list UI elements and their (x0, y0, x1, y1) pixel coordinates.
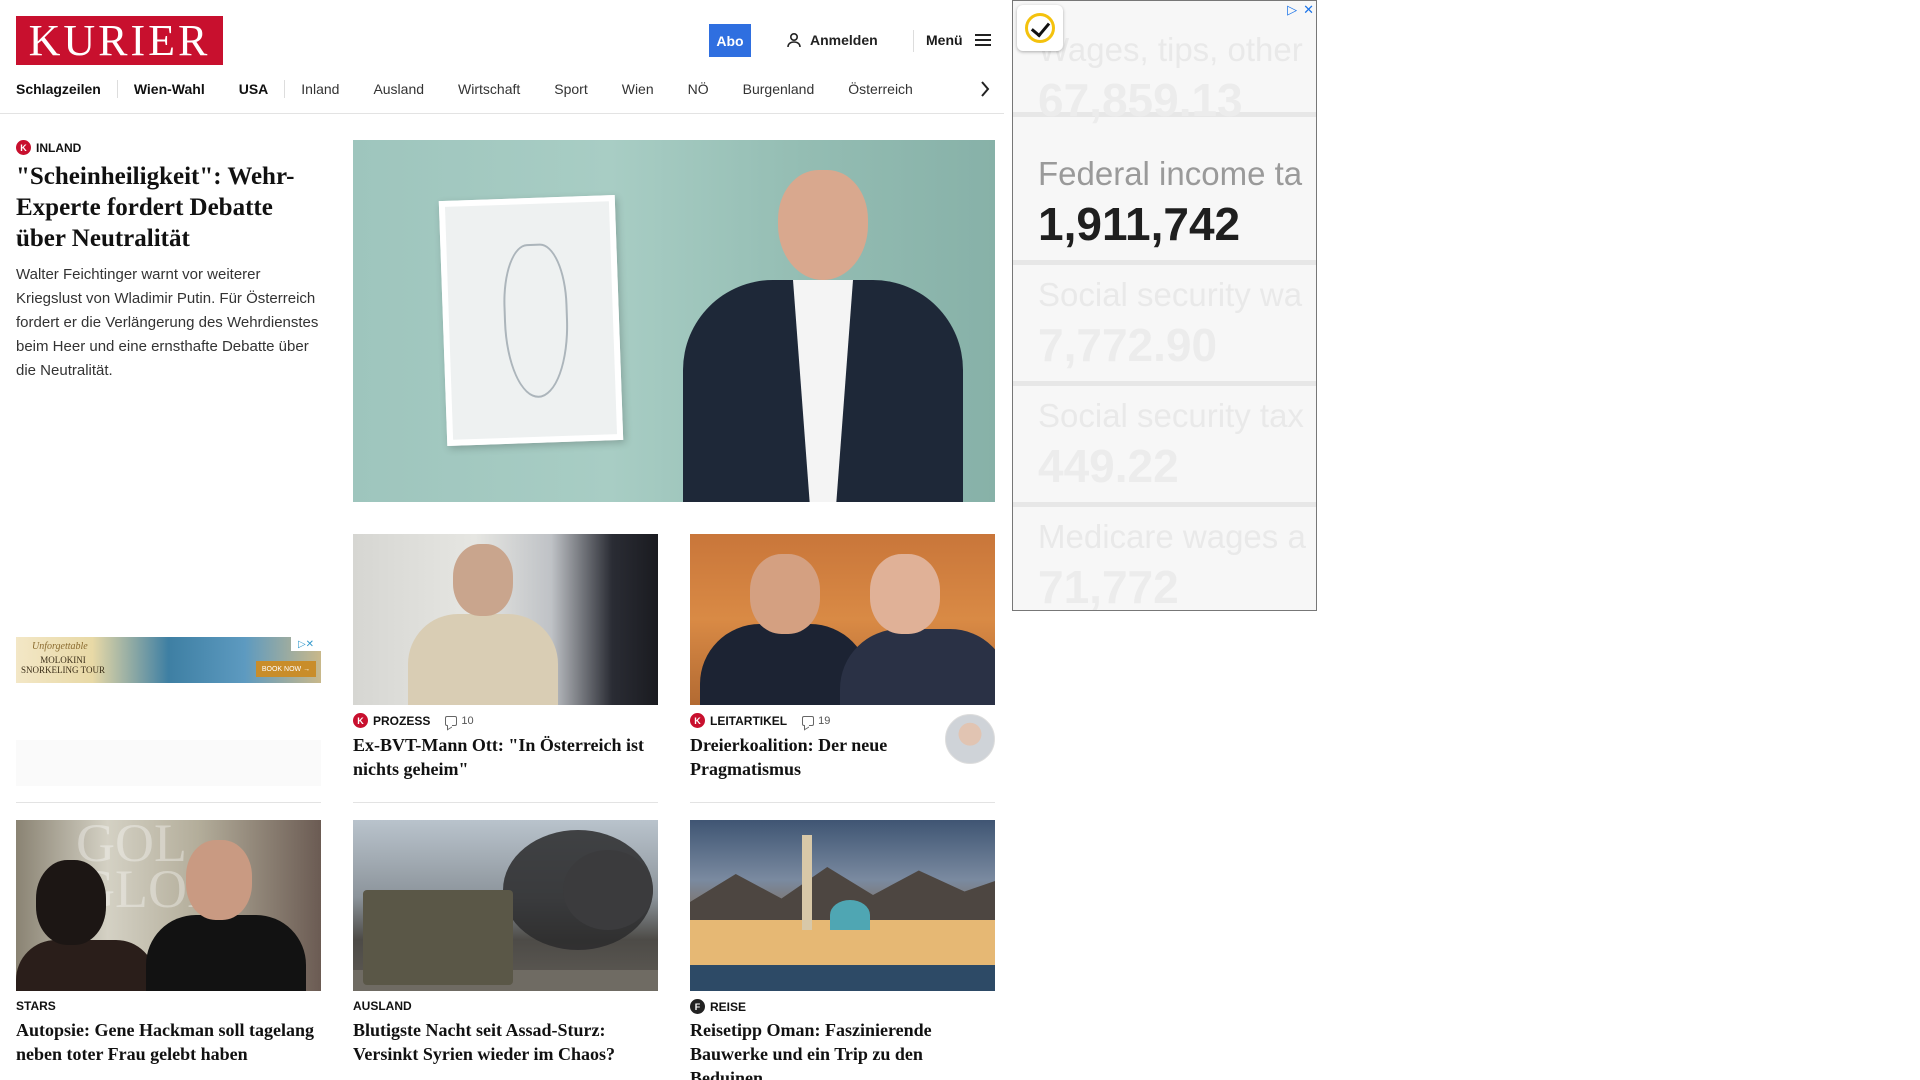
ad-row-label: Medicare wages a (1038, 518, 1306, 555)
ad-row-value: 7,772.90 (1038, 319, 1218, 371)
ad-row: Federal income ta 1,911,742 (1013, 149, 1316, 265)
kurier-k-icon: K (690, 713, 705, 728)
ad-row-value: 1,911,742 (1038, 198, 1241, 250)
lead-category[interactable]: K INLAND (16, 140, 81, 155)
login-label: Anmelden (810, 32, 878, 48)
category-label: LEITARTIKEL (710, 713, 788, 728)
comment-count[interactable]: 10 (445, 714, 474, 727)
article-headline-leitartikel[interactable]: Dreierkoalition: Der neue Pragmatismus (690, 733, 930, 781)
article-image-reise[interactable] (690, 820, 995, 991)
ad-close-icon[interactable]: ✕ (1303, 2, 1314, 18)
comment-count-value: 19 (818, 714, 831, 727)
card-category-leitartikel[interactable]: K LEITARTIKEL 19 (690, 713, 830, 728)
kurier-k-icon: K (16, 140, 31, 155)
category-label: AUSLAND (353, 999, 412, 1013)
advertisement-banner[interactable]: Unforgettable MOLOKINI SNORKELING TOUR B… (16, 637, 321, 683)
category-label: STARS (16, 999, 56, 1013)
nav-item-inland[interactable]: Inland (301, 81, 373, 97)
menu-button[interactable]: Menü (926, 28, 991, 52)
nav-separator (116, 80, 118, 98)
author-avatar[interactable] (945, 714, 995, 764)
article-image-ausland[interactable] (353, 820, 658, 991)
kurier-k-icon: K (353, 713, 368, 728)
comment-icon (445, 715, 458, 726)
section-divider (353, 802, 658, 803)
card-category-prozess[interactable]: K PROZESS 10 (353, 713, 474, 728)
nav-item-wirtschaft[interactable]: Wirtschaft (458, 81, 554, 97)
hamburger-icon (974, 34, 991, 46)
ad-headline: MOLOKINI SNORKELING TOUR (21, 655, 105, 675)
main-navigation: Schlagzeilen Wien-Wahl USA Inland Auslan… (16, 78, 991, 100)
card-category-ausland[interactable]: AUSLAND (353, 999, 412, 1013)
nav-scroll-right-button[interactable] (975, 78, 995, 100)
nav-item-burgenland[interactable]: Burgenland (743, 81, 849, 97)
artwork-frame (438, 195, 624, 446)
ad-row-value: 71,772 (1038, 561, 1179, 611)
advertisement-skyscraper[interactable]: Wages, tips, other 67,859.13 Federal inc… (1012, 0, 1317, 611)
nav-separator (284, 80, 286, 98)
ad-row: Medicare wages a 71,772 (1013, 512, 1316, 611)
lead-image[interactable] (353, 140, 995, 502)
nav-item-sport[interactable]: Sport (554, 81, 621, 97)
ad-row-value: 449.22 (1038, 440, 1179, 492)
kurier-logo[interactable]: KURIER (16, 16, 223, 65)
article-image-stars[interactable]: GOL GLOB (16, 820, 321, 991)
user-icon (787, 32, 801, 48)
nav-divider (0, 113, 1004, 114)
article-headline-stars[interactable]: Autopsie: Gene Hackman soll tagelang neb… (16, 1018, 321, 1066)
ad-row-label: Federal income ta (1038, 155, 1303, 192)
ad-info-icon[interactable]: ▷ (1287, 2, 1297, 18)
section-divider (16, 802, 321, 803)
comment-icon (802, 715, 815, 726)
card-category-stars[interactable]: STARS (16, 999, 56, 1013)
lead-category-label: INLAND (36, 140, 82, 155)
nav-item-ausland[interactable]: Ausland (373, 81, 458, 97)
ad-row: Social security tax 449.22 (1013, 391, 1316, 507)
header-divider (913, 30, 914, 52)
ad-row-label: Wages, tips, other (1038, 31, 1303, 68)
card-category-reise[interactable]: f REISE (690, 999, 746, 1014)
nav-item-oesterreich[interactable]: Österreich (848, 81, 947, 97)
nav-item-wien-wahl[interactable]: Wien-Wahl (134, 81, 239, 97)
category-label: REISE (710, 999, 747, 1014)
chevron-right-icon (981, 81, 990, 97)
ad-row-label: Social security wa (1038, 276, 1303, 313)
lead-headline[interactable]: "Scheinheiligkeit": Wehr-Experte fordert… (16, 161, 321, 254)
ad-row: Social security wa 7,772.90 (1013, 270, 1316, 386)
nav-item-usa[interactable]: USA (239, 81, 303, 97)
nav-item-noe[interactable]: NÖ (688, 81, 743, 97)
ad-tagline: Unforgettable (32, 641, 88, 652)
ad-book-button[interactable]: BOOK NOW → (256, 661, 316, 677)
comment-count-value: 10 (461, 714, 474, 727)
article-headline-prozess[interactable]: Ex-BVT-Mann Ott: "In Österreich ist nich… (353, 733, 658, 781)
article-image-prozess[interactable] (353, 534, 658, 705)
comment-count[interactable]: 19 (802, 715, 830, 727)
category-label: PROZESS (373, 713, 431, 728)
ad-placeholder (16, 740, 321, 786)
login-button[interactable]: Anmelden (786, 28, 878, 52)
article-headline-ausland[interactable]: Blutigste Nacht seit Assad-Sturz: Versin… (353, 1018, 658, 1066)
menu-label: Menü (926, 32, 963, 48)
article-headline-reise[interactable]: Reisetipp Oman: Faszinierende Bauwerke u… (690, 1018, 995, 1080)
freizeit-f-icon: f (690, 999, 705, 1014)
nav-item-wien[interactable]: Wien (622, 81, 688, 97)
article-image-leitartikel[interactable] (690, 534, 995, 705)
check-badge-icon (1017, 5, 1063, 51)
portrait-figure (683, 170, 963, 502)
ad-choices[interactable]: ▷ ✕ (1287, 2, 1314, 18)
ad-row-label: Social security tax (1038, 397, 1304, 434)
abo-button[interactable]: Abo (709, 24, 751, 57)
ad-close-icon[interactable]: ▷✕ (291, 637, 321, 651)
section-divider (690, 802, 995, 803)
lead-teaser[interactable]: Walter Feichtinger warnt vor weiterer Kr… (16, 263, 326, 383)
ad-row-value: 67,859.13 (1038, 74, 1243, 126)
